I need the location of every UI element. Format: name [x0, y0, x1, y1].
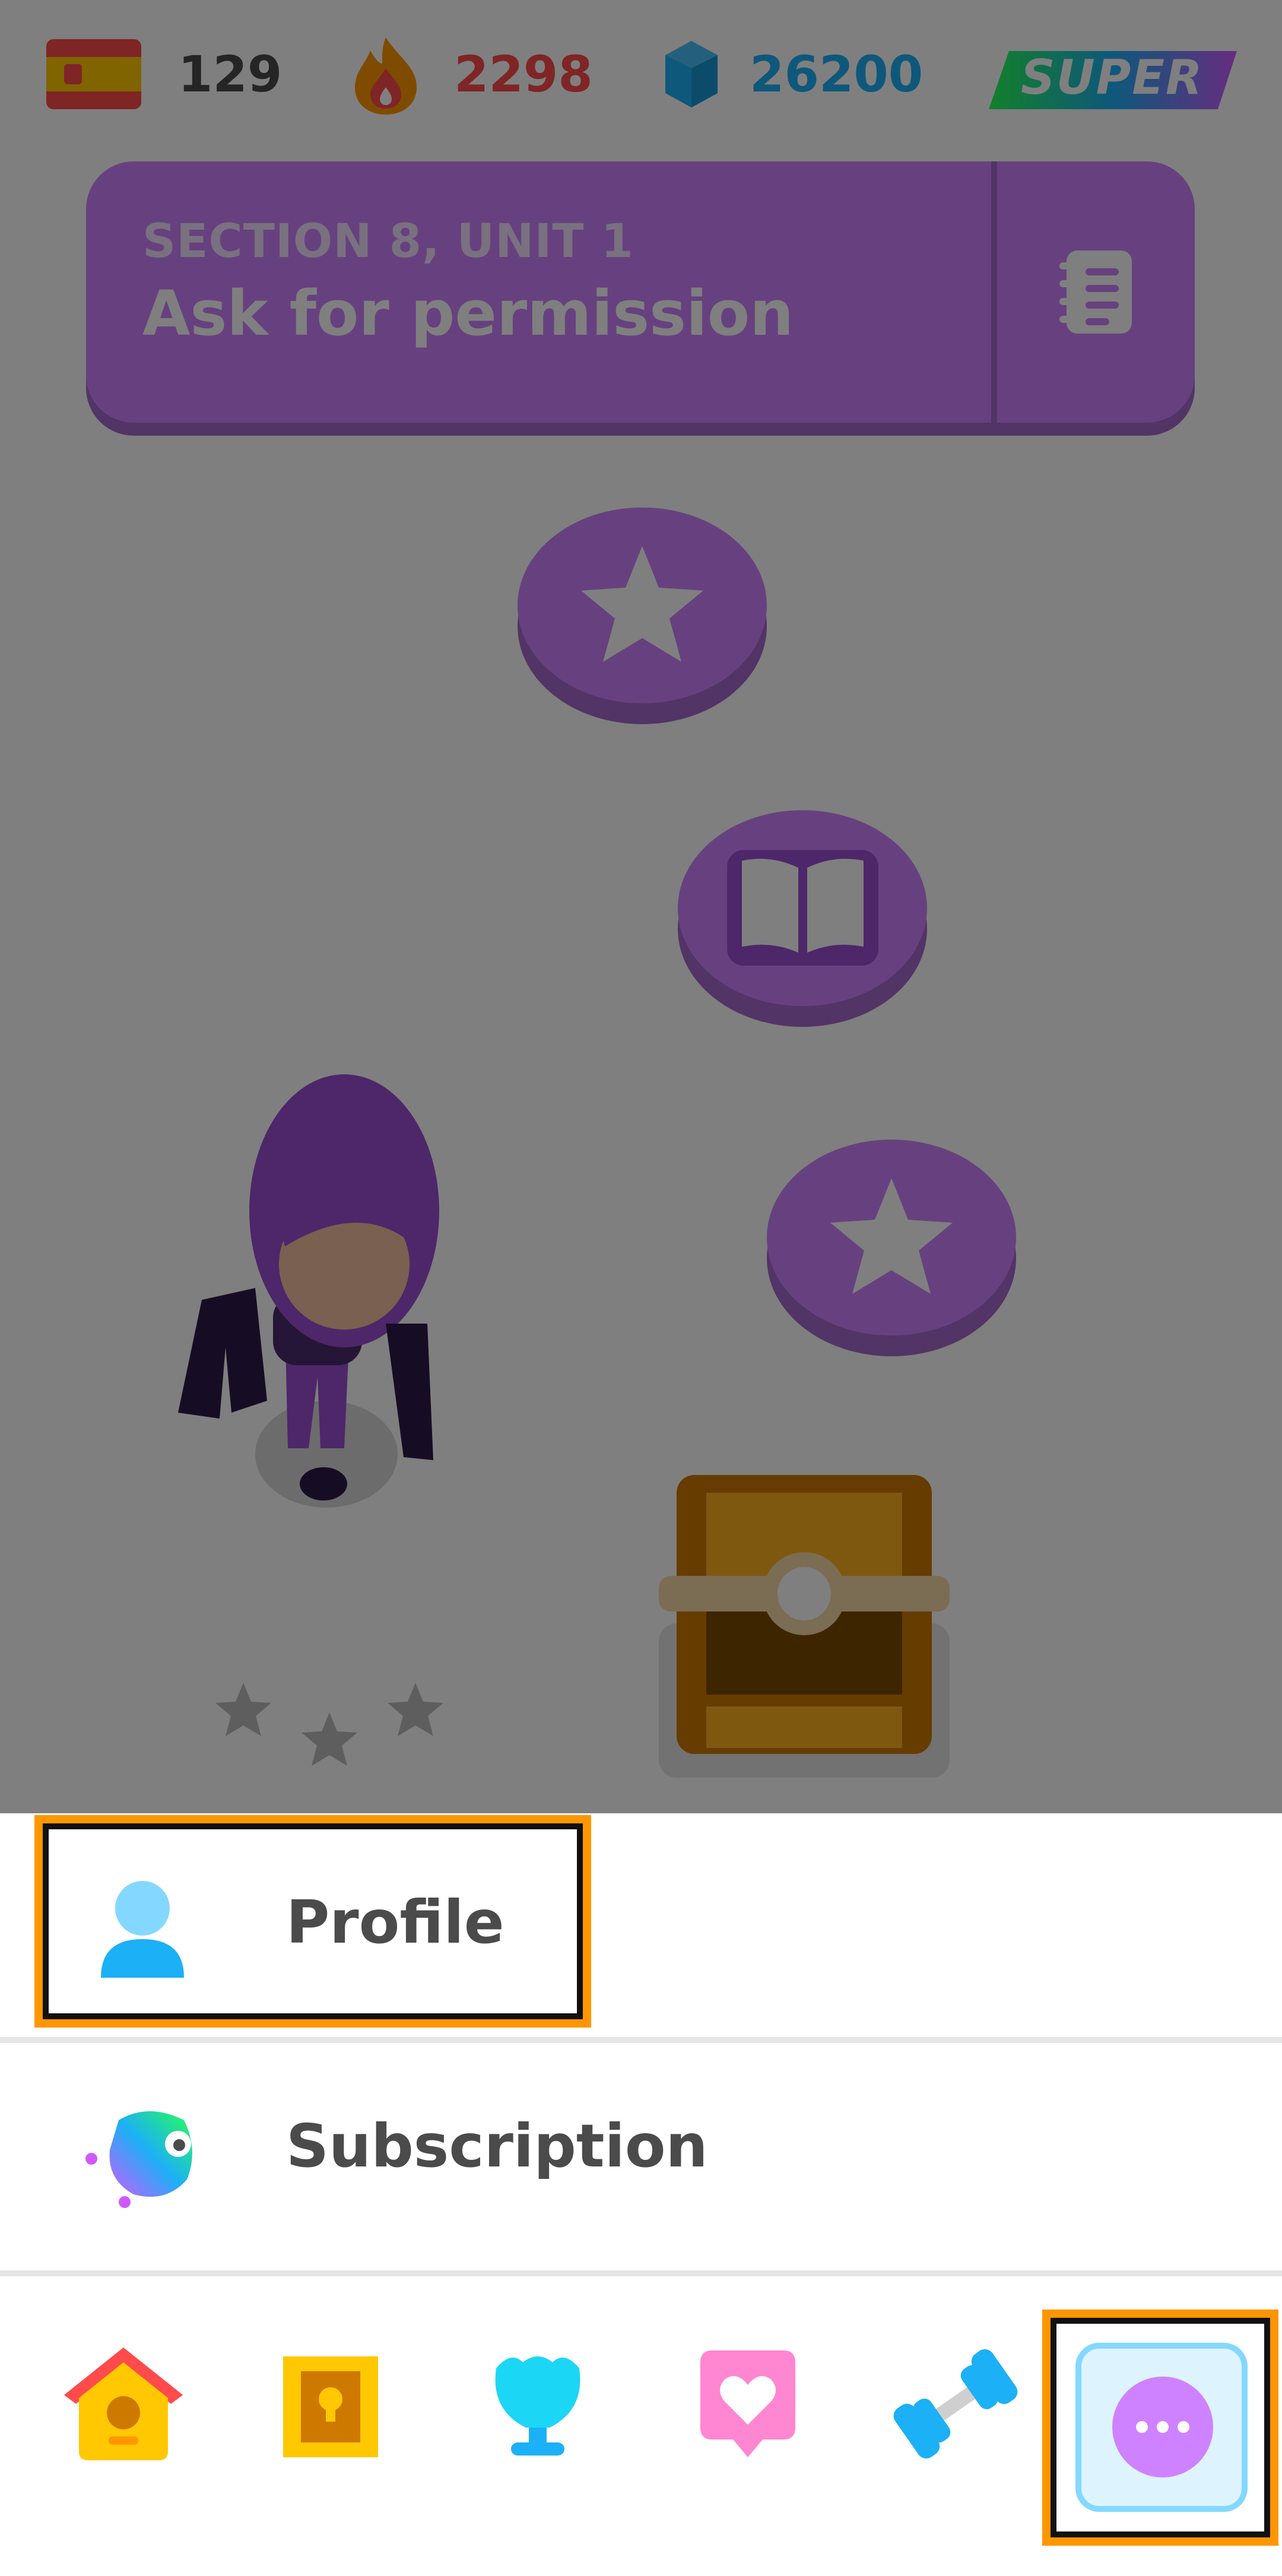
gems-count: 26200: [750, 45, 924, 103]
streak-count: 2298: [454, 45, 593, 103]
stars-icon: [215, 1683, 443, 1766]
decorative-stars: [211, 1677, 448, 1786]
spanish-flag-icon: [46, 39, 141, 109]
menu-item-subscription[interactable]: Subscription: [0, 2043, 1282, 2269]
flame-icon: [355, 37, 417, 115]
learning-path: 129 2298 26200 SUPER SECTION 8, UNIT 1 A…: [0, 0, 1282, 1813]
gems-counter[interactable]: 26200: [662, 36, 923, 113]
menu-item-label: Subscription: [286, 2111, 708, 2181]
treasure-chest-icon: [659, 1475, 950, 1778]
home-icon: [64, 2347, 183, 2460]
menu-separator: [0, 2037, 1282, 2043]
heart-icon: [700, 2350, 795, 2457]
tab-practice[interactable]: [884, 2333, 1027, 2475]
dumbbell-icon: [893, 2349, 1018, 2459]
star-icon: [767, 1140, 1016, 1356]
tab-quests[interactable]: [259, 2333, 402, 2475]
unit-title: Ask for permission: [142, 277, 794, 350]
guidebook-button[interactable]: [997, 161, 1195, 423]
story-node[interactable]: [677, 795, 929, 1032]
character-illustration: [166, 1068, 463, 1516]
tab-bar-separator: [0, 2270, 1282, 2276]
lesson-node-star[interactable]: [516, 493, 769, 729]
unit-banner[interactable]: SECTION 8, UNIT 1 Ask for permission: [86, 161, 1195, 423]
trophy-icon: [495, 2356, 580, 2456]
treasure-chest-node[interactable]: [659, 1457, 950, 1780]
tab-leaderboard[interactable]: [467, 2333, 609, 2475]
tab-home[interactable]: [52, 2333, 195, 2475]
course-selector[interactable]: 129: [46, 36, 282, 113]
gem-icon: [665, 41, 718, 107]
girl-with-clothes-illustration: [178, 1074, 439, 1508]
streak-counter[interactable]: 2298: [350, 36, 593, 115]
course-count: 129: [178, 45, 283, 103]
section-label: SECTION 8, UNIT 1: [142, 215, 634, 268]
lesson-node-star-2[interactable]: [766, 1125, 1018, 1362]
banner-divider: [991, 161, 997, 423]
star-icon: [518, 507, 767, 724]
book-icon: [678, 810, 927, 1027]
subscription-icon: [85, 2111, 192, 2208]
guidebook-icon: [1059, 250, 1132, 334]
tab-friends[interactable]: [677, 2333, 819, 2475]
profile-highlight-box: [34, 1815, 591, 2028]
chest-icon: [283, 2356, 378, 2457]
super-badge[interactable]: SUPER: [985, 42, 1240, 119]
more-tab-highlight-box: [1042, 2309, 1278, 2546]
super-label: SUPER: [1021, 50, 1204, 105]
